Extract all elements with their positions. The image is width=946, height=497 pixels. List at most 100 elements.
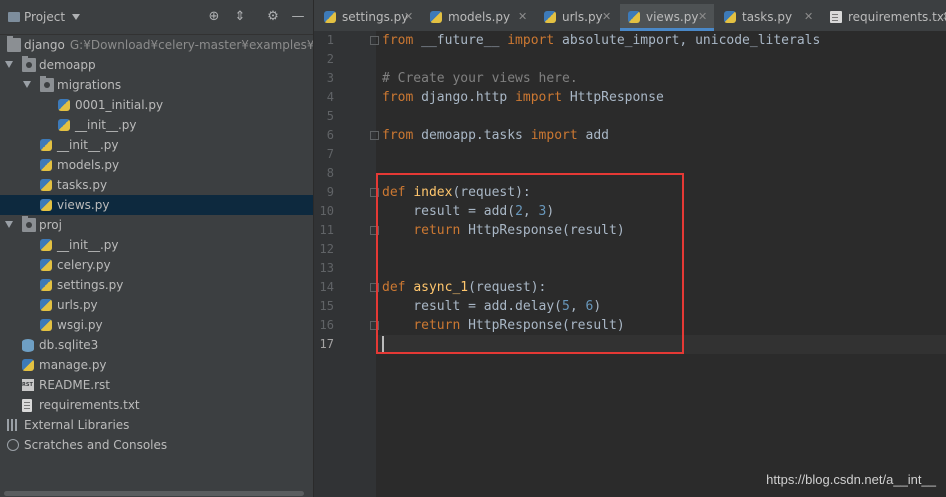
tree-item-label: celery.py [57,255,111,275]
tree-item[interactable]: demoapp [0,55,313,75]
library-icon [7,419,19,431]
editor-tab-bar: settings.py ✕ models.py ✕ urls.py ✕ views.py ✕ t… [314,0,946,32]
expand-arrow-icon[interactable] [5,61,13,68]
code-token: # Create your views here. [382,71,578,86]
tree-item-name: django [24,38,65,52]
python-file-icon [724,11,736,23]
code-token: HttpResponse [562,90,664,105]
tree-item[interactable]: django G:¥Download¥celery-master¥examples… [0,35,355,55]
tree-item-name: __init__.py [57,238,119,252]
tree-item[interactable]: requirements.txt [0,395,313,415]
tab-label: tasks.py [742,10,793,24]
scratches-icon [7,439,19,451]
tree-item-label: Scratches and Consoles [24,435,167,455]
tab-models-py[interactable]: models.py ✕ [422,4,534,30]
tree-item[interactable]: migrations [0,75,313,95]
tree-item-name: README.rst [39,378,111,392]
code-line[interactable]: from demoapp.tasks import add [382,126,609,145]
code-token: import [530,128,578,143]
line-number: 13 [319,261,334,275]
close-tab-icon[interactable]: ✕ [804,4,813,30]
close-tab-icon[interactable]: ✕ [404,4,413,30]
tree-item[interactable]: proj [0,215,313,235]
watermark: https://blog.csdn.net/a__int__ [766,472,936,487]
line-number: 6 [326,128,334,142]
code-token: import [507,33,555,48]
code-line[interactable]: from django.http import HttpResponse [382,88,664,107]
dropdown-arrow-icon[interactable] [72,14,81,20]
tree-item-name: Scratches and Consoles [24,438,168,452]
tree-item[interactable]: __init__.py [0,235,313,255]
tree-item-name: __init__.py [75,118,137,132]
fold-marker-icon[interactable] [370,36,379,45]
close-tab-icon[interactable]: ✕ [698,4,707,30]
code-token: from [382,33,414,48]
line-number: 2 [326,52,334,66]
text-file-icon [830,11,842,23]
tree-item[interactable]: celery.py [0,255,313,275]
tree-item-label: django G:¥Download¥celery-master¥examples… [24,35,355,55]
tab-settings-py[interactable]: settings.py ✕ [316,4,420,30]
tree-item-label: wsgi.py [57,315,103,335]
code-token: from [382,128,414,143]
code-token: from [382,90,414,105]
tree-item-name: demoapp [39,58,96,72]
tree-item[interactable]: __init__.py [0,135,313,155]
tree-item[interactable]: urls.py [0,295,313,315]
folder-icon [7,36,21,52]
tab-urls-py[interactable]: urls.py ✕ [536,4,618,30]
project-panel-header: Project ⊕ ⇕ ⚙ — [0,0,313,35]
tree-item[interactable]: models.py [0,155,313,175]
line-number: 5 [326,109,334,123]
gear-icon[interactable]: ⚙ [265,9,281,25]
close-tab-icon[interactable]: ✕ [942,4,946,30]
tree-item-label: 0001_initial.py [75,95,163,115]
line-number-gutter: 1 2 3 4 5 6 7 8 9 10 11 12 13 14 15 16 17 [314,31,376,497]
close-tab-icon[interactable]: ✕ [518,4,527,30]
python-file-icon [544,11,556,23]
python-file-icon [40,179,52,191]
tab-label: views.py [646,10,699,24]
tree-item[interactable]: views.py [0,195,313,215]
collapse-all-icon[interactable]: ⇕ [232,9,248,25]
tree-item[interactable]: External Libraries [0,415,313,435]
code-token: import [515,90,563,105]
python-file-icon [22,359,34,371]
tree-item-name: urls.py [57,298,98,312]
line-number: 15 [319,299,334,313]
tree-item[interactable]: Scratches and Consoles [0,435,313,455]
target-locate-icon[interactable]: ⊕ [206,9,222,25]
code-token: absolute_import, unicode_literals [554,33,821,48]
line-number: 12 [319,242,334,256]
tree-item[interactable]: manage.py [0,355,313,375]
tab-views-py[interactable]: views.py ✕ [620,4,714,31]
tree-item[interactable]: 0001_initial.py [0,95,313,115]
tree-item-name: __init__.py [57,138,119,152]
tree-item[interactable]: __init__.py [0,115,313,135]
expand-arrow-icon[interactable] [23,81,31,88]
fold-marker-icon[interactable] [370,131,379,140]
project-view-icon [8,12,20,22]
line-number: 10 [319,204,334,218]
project-title[interactable]: Project [24,10,65,24]
tree-item[interactable]: wsgi.py [0,315,313,335]
tree-item[interactable]: settings.py [0,275,313,295]
code-token: add [577,128,610,143]
code-line[interactable]: # Create your views here. [382,69,578,88]
tree-item[interactable]: tasks.py [0,175,313,195]
tab-requirements-txt[interactable]: requirements.txt✕ [822,4,946,30]
line-number: 8 [326,166,334,180]
tree-item[interactable]: db.sqlite3 [0,335,313,355]
horizontal-scrollbar[interactable] [0,489,313,497]
close-tab-icon[interactable]: ✕ [602,4,611,30]
line-number: 3 [326,71,334,85]
code-line[interactable]: from __future__ import absolute_import, … [382,31,820,50]
tree-item-label: tasks.py [57,175,107,195]
tab-tasks-py[interactable]: tasks.py ✕ [716,4,820,30]
hide-panel-icon[interactable]: — [290,9,306,25]
code-token: django.http [413,90,516,105]
expand-arrow-icon[interactable] [5,221,13,228]
tree-item-label: demoapp [39,55,96,75]
tree-item[interactable]: README.rst [0,375,313,395]
tree-item-label: External Libraries [24,415,129,435]
